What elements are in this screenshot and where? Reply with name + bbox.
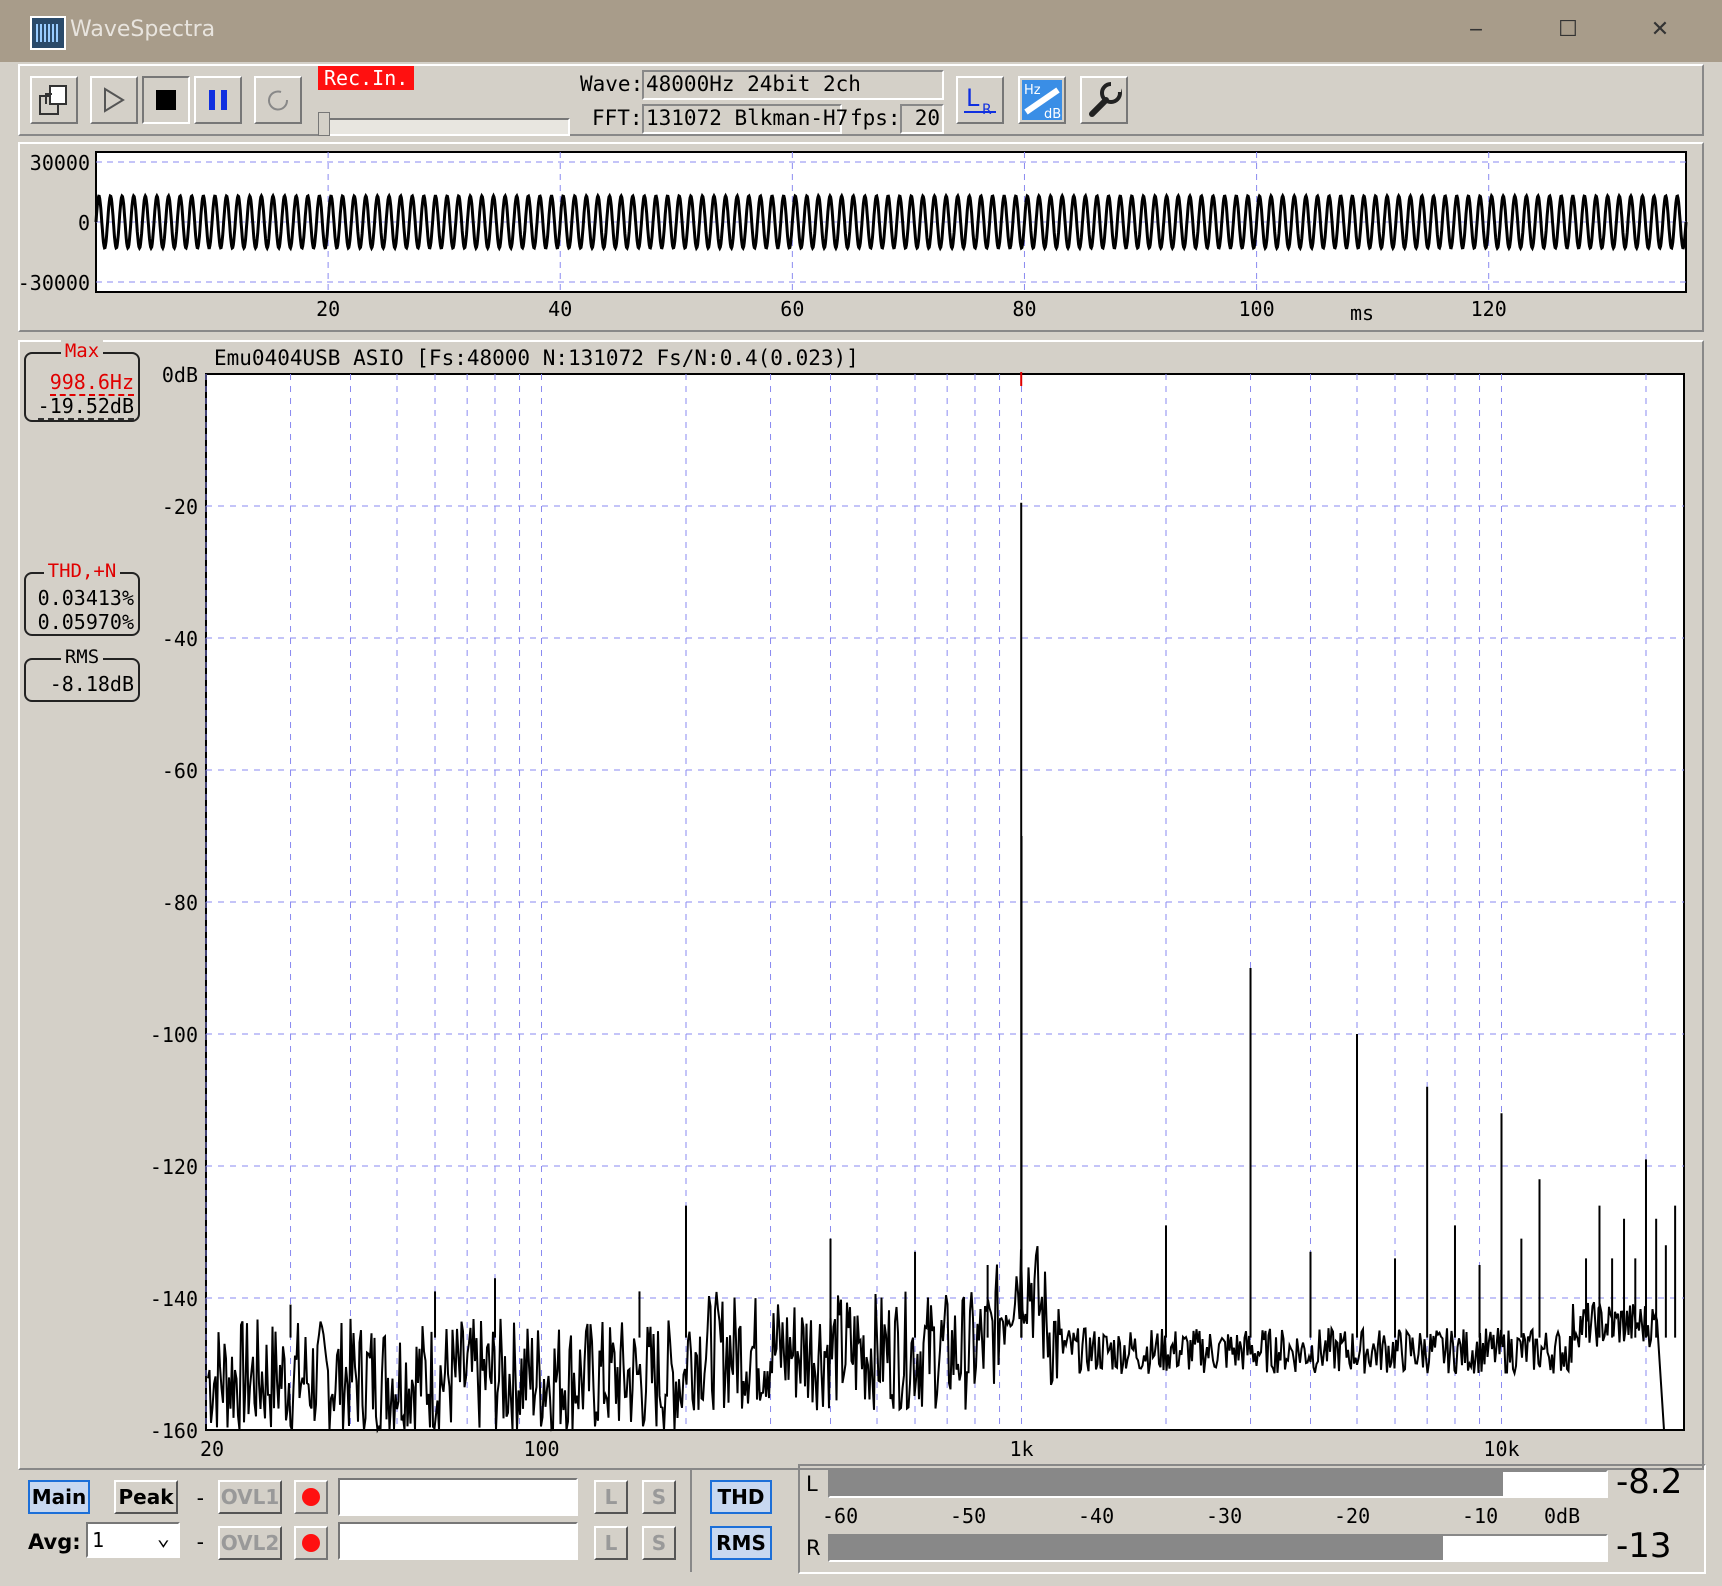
spectrum-chart: 0dB -20 -40 -60 -80 -100 -120 -140 -160 20 100 1k 1… [150,363,1685,1461]
spectrum-y-tick: -120 [150,1155,198,1179]
meter-scale-tick: -20 [1334,1504,1371,1528]
avg-select[interactable]: 1 ⌄ [86,1522,180,1558]
spectrum-y-tick: -60 [162,759,198,783]
overlay-2-field[interactable] [338,1522,578,1560]
spectrum-y-axis: 0dB -20 -40 -60 -80 -100 -120 -140 -160 [150,363,198,1443]
avg-select-value: 1 [92,1528,105,1552]
spectrum-y-tick: 0dB [162,363,198,387]
spectrum-y-tick: -80 [162,891,198,915]
spectrum-y-tick: -100 [150,1023,198,1047]
meter-scale-tick: -10 [1462,1504,1499,1528]
meter-scale-tick: -50 [950,1504,987,1528]
record-2-button[interactable] [294,1526,328,1560]
spectrum-x-tick: 20 [200,1437,224,1461]
spectrum-x-tick: 100 [523,1437,559,1461]
ovl2-indicator: OVL2 [218,1526,282,1560]
thd-button[interactable]: THD [710,1480,772,1514]
overlay-1-load-button[interactable]: L [594,1480,628,1514]
spectrum-y-tick: -160 [150,1419,198,1443]
overlay-2-load-button[interactable]: L [594,1526,628,1560]
dash-separator-1: - [194,1486,207,1510]
peak-button[interactable]: Peak [114,1480,178,1514]
overlay-1-field[interactable] [338,1478,578,1516]
meter-right-label: R [806,1536,821,1560]
meter-right-value: -13 [1616,1526,1672,1566]
spectrum-y-tick: -140 [150,1287,198,1311]
meter-scale-tick: -30 [1206,1504,1243,1528]
spectrum-x-tick: 1k [1009,1437,1033,1461]
spectrum-y-tick: -40 [162,627,198,651]
meter-left-fill [830,1472,1504,1496]
overlay-1-save-button[interactable]: S [642,1480,676,1514]
spectrum-x-axis: 20 100 1k 10k [200,1437,1520,1461]
main-button[interactable]: Main [28,1480,90,1514]
bottom-divider [690,1468,692,1572]
meter-scale-tick: -40 [1078,1504,1115,1528]
meter-scale-tick: -60 [822,1504,859,1528]
meter-left-bar [828,1470,1608,1498]
record-1-button[interactable] [294,1480,328,1514]
ovl1-indicator: OVL1 [218,1480,282,1514]
meter-scale-tick: 0dB [1544,1504,1581,1528]
dash-separator-2: - [194,1530,207,1554]
avg-label: Avg: [28,1530,81,1554]
meter-left-label: L [806,1472,818,1496]
spectrum-y-tick: -20 [162,495,198,519]
spectrum-x-tick: 10k [1483,1437,1519,1461]
overlay-2-save-button[interactable]: S [642,1526,676,1560]
chevron-down-icon: ⌄ [156,1526,170,1551]
meter-right-fill [830,1536,1444,1560]
meter-right-bar [828,1534,1608,1562]
rms-button[interactable]: RMS [710,1526,772,1560]
meter-left-value: -8.2 [1616,1462,1683,1502]
meter-scale: -60 -50 -40 -30 -20 -10 0dB [822,1504,1608,1530]
